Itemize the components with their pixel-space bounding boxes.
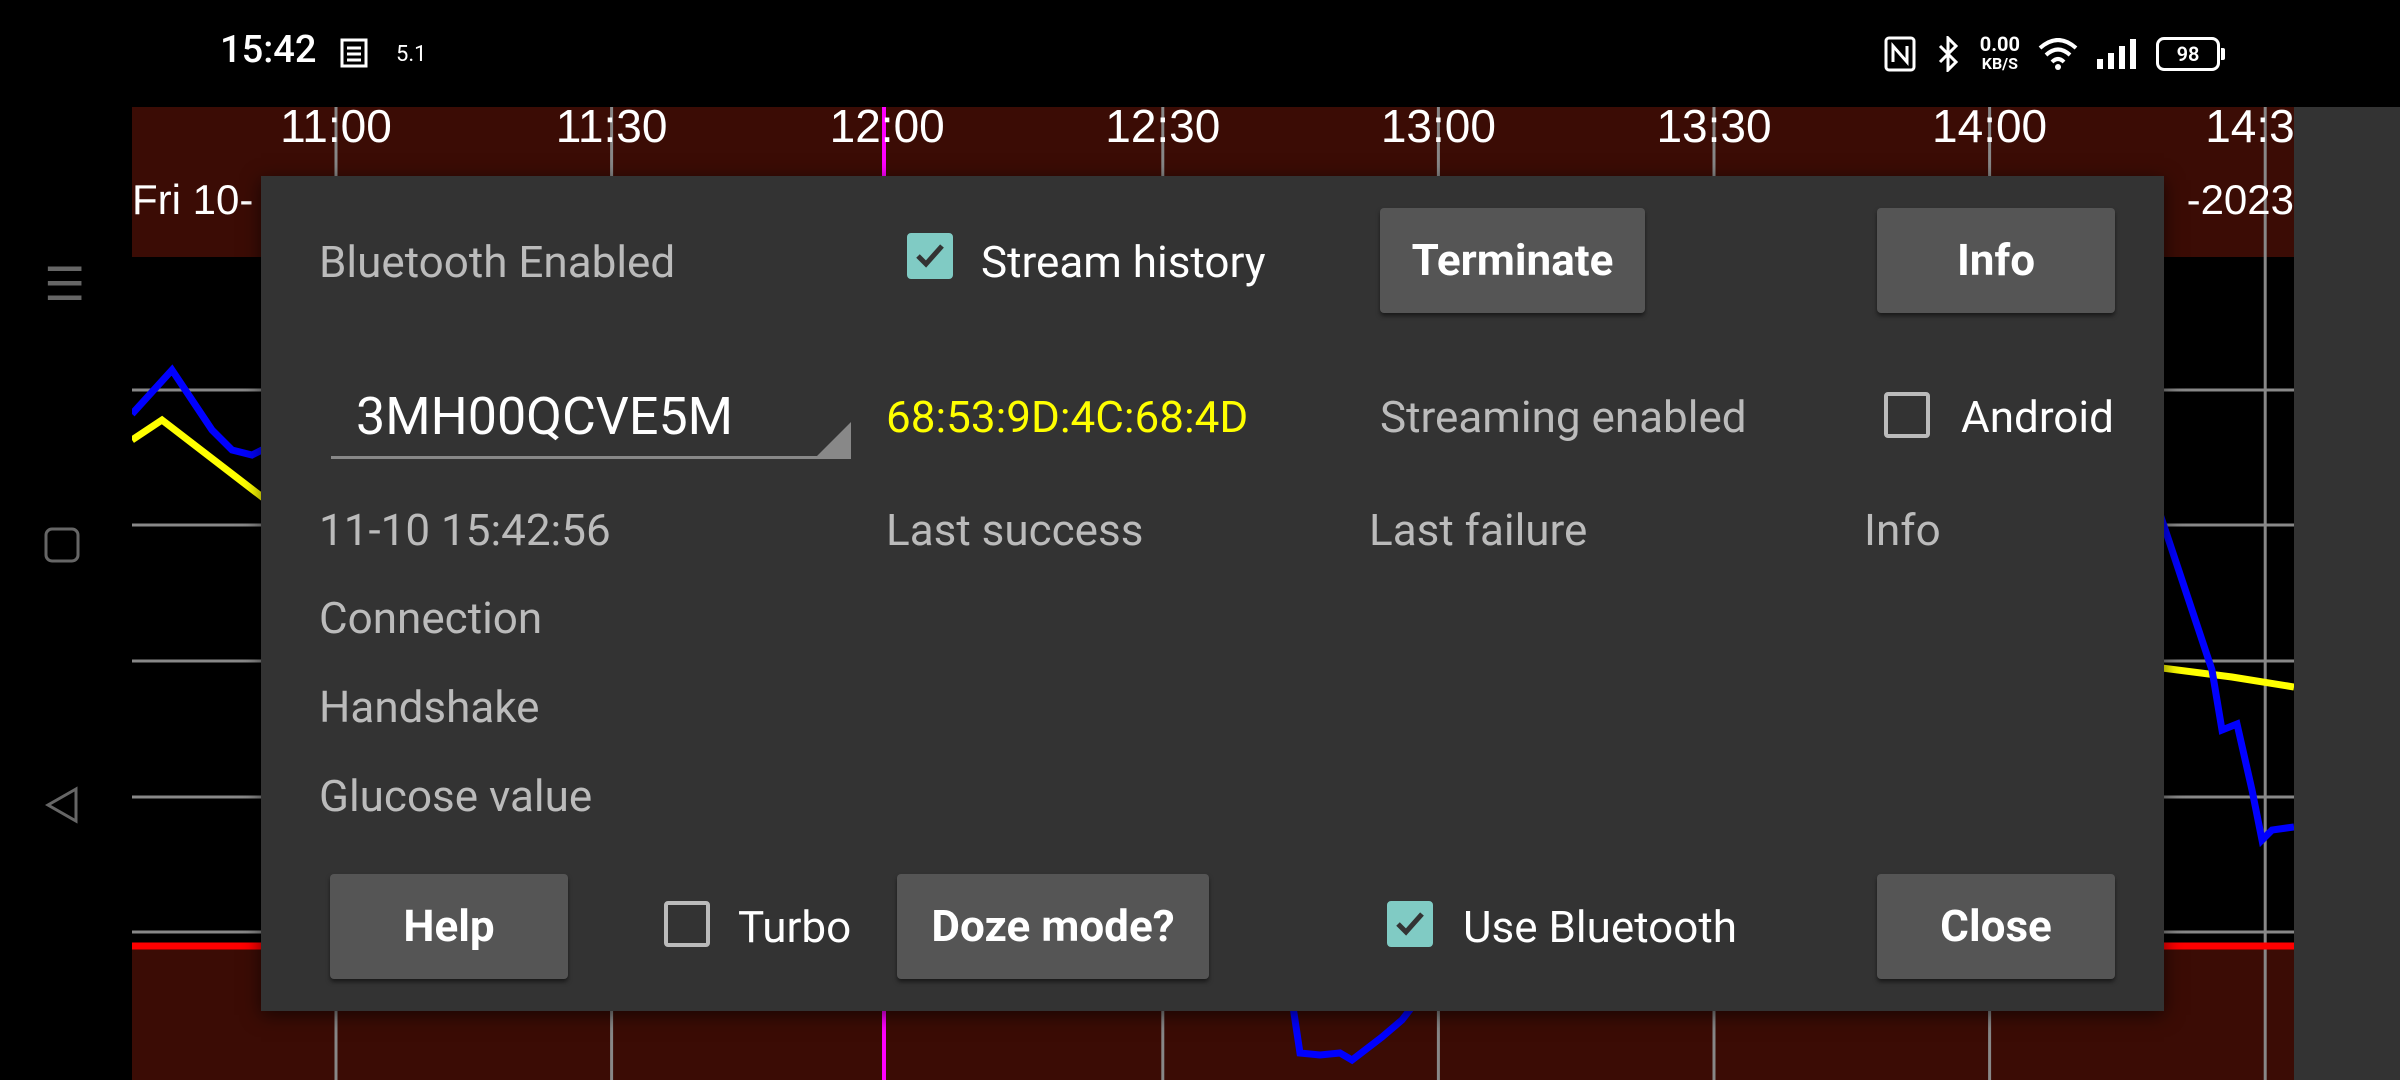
- time-tick-label: 14:3: [2205, 107, 2294, 152]
- date-label-right: -2023: [2187, 176, 2294, 223]
- right-panel: [2294, 107, 2400, 1080]
- android-checkbox[interactable]: [1884, 392, 1930, 438]
- time-tick-label: 13:00: [1381, 107, 1496, 152]
- time-tick-label: 11:00: [280, 107, 392, 152]
- menu-icon[interactable]: ☰: [44, 257, 85, 312]
- info-button[interactable]: Info: [1877, 208, 2115, 313]
- mac-address: 68:53:9D:4C:68:4D: [886, 391, 1249, 443]
- time-tick-label: 12:30: [1105, 107, 1220, 152]
- status-bar: 15:42 5.1 0.00 KB/S 98: [0, 0, 2400, 107]
- close-button[interactable]: Close: [1877, 874, 2115, 979]
- bluetooth-icon: [1938, 36, 1958, 72]
- wifi-icon: [2038, 38, 2078, 70]
- date-label-left: Fri 10-: [132, 176, 253, 223]
- timestamp: 11-10 15:42:56: [319, 504, 611, 556]
- home-button[interactable]: [44, 527, 80, 563]
- row-handshake: Handshake: [319, 681, 540, 733]
- time-tick-label: 11:30: [556, 107, 668, 152]
- use-bluetooth-checkbox[interactable]: [1387, 901, 1433, 947]
- android-label: Android: [1961, 391, 2114, 443]
- row-glucose-value: Glucose value: [319, 770, 593, 822]
- col-info: Info: [1864, 504, 1941, 556]
- terminate-button[interactable]: Terminate: [1380, 208, 1645, 313]
- back-button[interactable]: [44, 785, 80, 825]
- navigation-bar: ☰: [0, 107, 130, 1080]
- stream-history-checkbox[interactable]: [907, 233, 953, 279]
- col-last-failure: Last failure: [1369, 504, 1588, 556]
- time-tick-label: 13:30: [1656, 107, 1771, 152]
- stream-history-label: Stream history: [981, 236, 1266, 288]
- signal-icon: [2097, 39, 2136, 69]
- col-last-success: Last success: [886, 504, 1144, 556]
- bluetooth-status: Bluetooth Enabled: [319, 236, 676, 288]
- use-bluetooth-label: Use Bluetooth: [1463, 901, 1737, 953]
- doze-mode-button[interactable]: Doze mode?: [897, 874, 1209, 979]
- turbo-checkbox[interactable]: [664, 901, 710, 947]
- network-speed: 0.00 KB/S: [1979, 32, 2020, 73]
- time-tick-label: 12:00: [830, 107, 945, 152]
- notification-icon: [340, 38, 368, 68]
- turbo-label: Turbo: [738, 901, 852, 953]
- time-tick-label: 14:00: [1932, 107, 2047, 152]
- status-time: 15:42: [220, 28, 317, 72]
- battery-icon: 98: [2156, 37, 2225, 71]
- streaming-status: Streaming enabled: [1380, 391, 1747, 443]
- help-button[interactable]: Help: [330, 874, 568, 979]
- status-small-text: 5.1: [396, 42, 427, 67]
- sensor-dropdown[interactable]: 3MH00QCVE5M: [331, 376, 851, 459]
- row-connection: Connection: [319, 592, 543, 644]
- nfc-icon: [1884, 36, 1916, 72]
- chevron-down-icon: [817, 422, 851, 456]
- bluetooth-dialog: Bluetooth Enabled Stream history Termina…: [261, 176, 2164, 1011]
- sensor-selected-value: 3MH00QCVE5M: [356, 386, 734, 447]
